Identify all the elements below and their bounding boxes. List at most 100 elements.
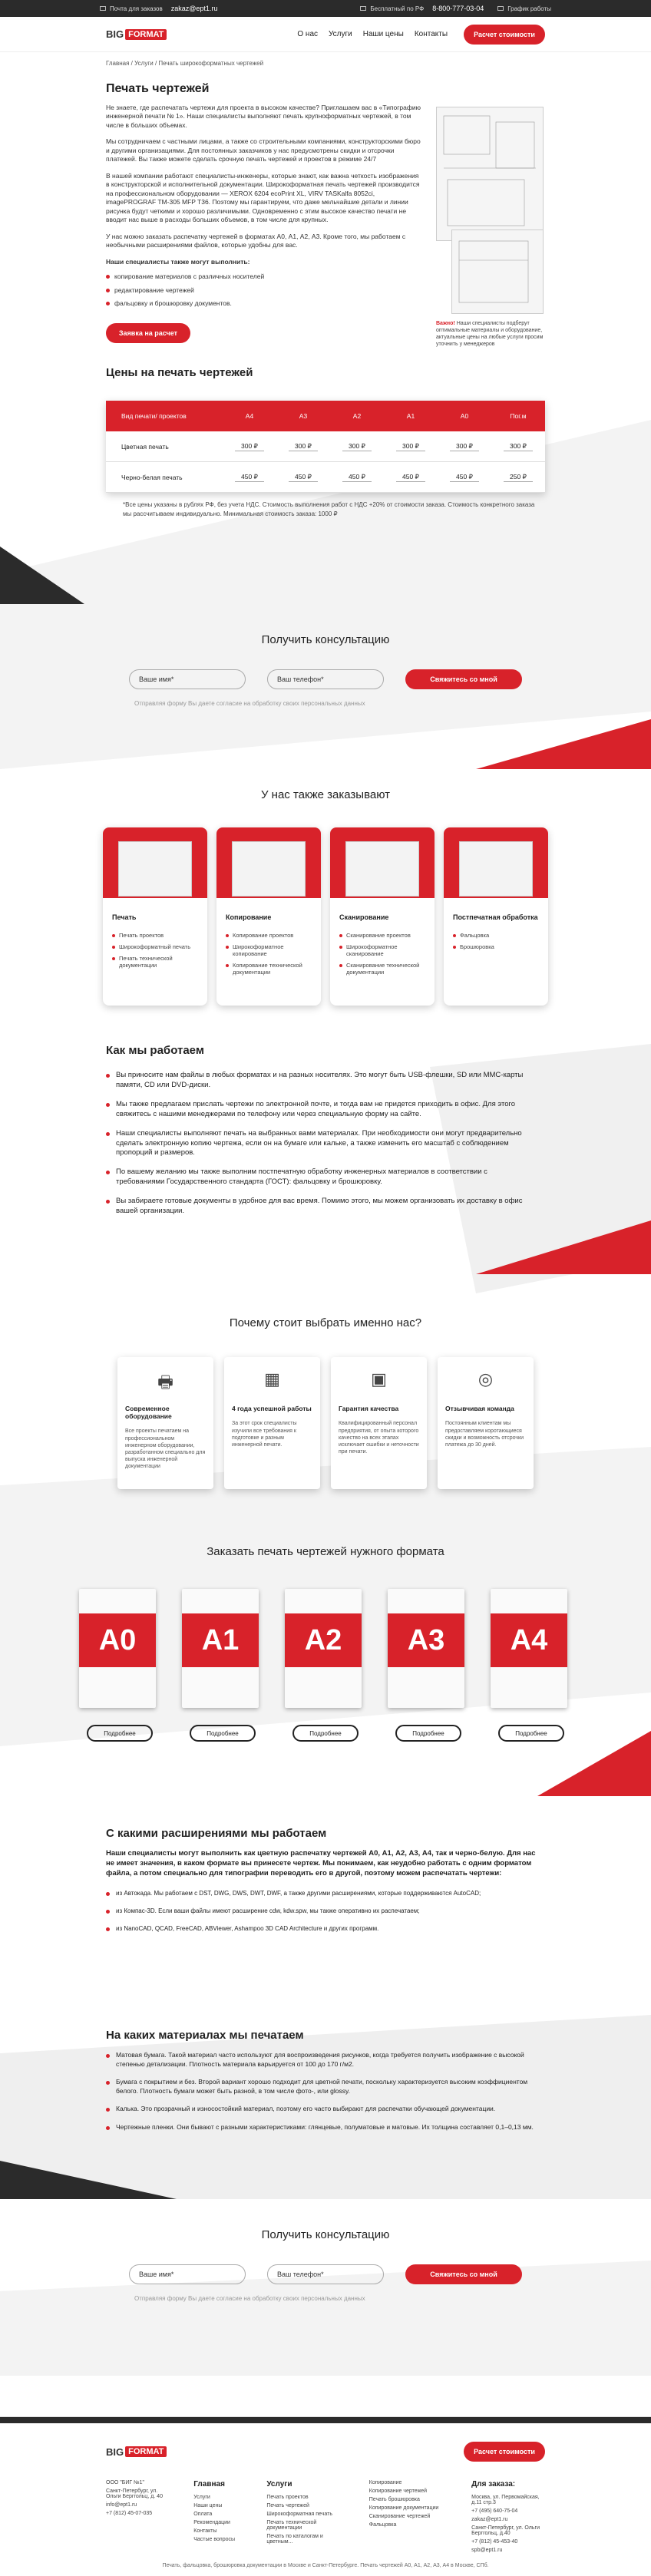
apply-button[interactable]: Заявка на расчет — [106, 323, 190, 344]
column-header: Вид печати/ проектов — [121, 412, 187, 421]
more-button[interactable]: Подробнее — [292, 1725, 359, 1742]
list-item[interactable]: Сканирование технической документации — [339, 962, 425, 976]
contact-me-button[interactable]: Свяжитесь со мной — [405, 669, 522, 690]
breadcrumb[interactable]: Главная / Услуги / Печать широкоформатны… — [0, 52, 651, 67]
format-label: A4 — [491, 1613, 567, 1668]
footer-link[interactable]: Частые вопросы — [193, 2537, 245, 2542]
footer-link[interactable]: Печать технической документации — [266, 2520, 347, 2531]
phone-input[interactable]: Ваш телефон* — [267, 669, 384, 690]
prices-table: Вид печати/ проектов А4 А3 А2 А1 А0 Пог.… — [106, 401, 545, 494]
footer-col-title[interactable]: Услуги — [266, 2480, 347, 2488]
logo-text: BIG — [106, 28, 124, 40]
printer-icon: 🖶 — [157, 1372, 173, 1392]
format-card-a1: A1 Подробнее — [182, 1589, 263, 1742]
service-image — [118, 841, 192, 897]
list-item[interactable]: Печать технической документации — [112, 955, 198, 969]
list-item[interactable]: Сканирование проектов — [339, 932, 425, 939]
row-label: Черно-белая печать — [121, 473, 183, 481]
logo[interactable]: BIG FORMAT — [106, 28, 167, 40]
card-title: Отзывчивая команда — [445, 1405, 514, 1413]
footer-link[interactable]: Копирование документации — [369, 2505, 450, 2511]
list-item: редактирование чертежей — [106, 286, 421, 295]
footer-link[interactable]: Сканирование чертежей — [369, 2514, 450, 2519]
footer-link[interactable]: Копирование — [369, 2480, 450, 2485]
footer-link[interactable]: Фальцовка — [369, 2522, 450, 2528]
more-button[interactable]: Подробнее — [498, 1725, 564, 1742]
consult-title: Получить консультацию — [261, 2228, 390, 2242]
materials-section: На каких материалах мы печатаем Матовая … — [0, 2007, 651, 2200]
company-phone[interactable]: +7 (812) 45-07-035 — [106, 2511, 172, 2516]
list-item: Мы также предлагаем прислать чертежи по … — [106, 1100, 536, 1120]
consent-note: Отправляя форму Вы даете согласие на обр… — [134, 700, 365, 708]
nav-prices[interactable]: Наши цены — [363, 30, 404, 38]
more-button[interactable]: Подробнее — [87, 1725, 153, 1742]
footer-link[interactable]: Печать проектов — [266, 2495, 347, 2500]
services-title: У нас также заказывают — [260, 788, 391, 802]
calc-cost-button[interactable]: Расчет стоимости — [464, 2442, 545, 2462]
ext-lead: Наши специалисты могут выполнить как цве… — [106, 1849, 536, 1878]
column-header: Пог.м — [510, 412, 527, 421]
nav-about[interactable]: О нас — [297, 30, 318, 38]
table-header: Вид печати/ проектов А4 А3 А2 А1 А0 Пог.… — [106, 401, 545, 432]
footer-logo[interactable]: BIG FORMAT — [106, 2446, 167, 2458]
price-cell: 450 ₽ — [450, 473, 479, 482]
calc-cost-button[interactable]: Расчет стоимости — [464, 24, 545, 45]
card-title: Современное оборудование — [125, 1405, 172, 1421]
list-item[interactable]: Копирование технической документации — [226, 962, 312, 976]
contact-email[interactable]: spb@ept1.ru — [471, 2548, 545, 2553]
list-item: из Компас-3D. Если ваши файлы имеют расш… — [106, 1907, 536, 1914]
company-email[interactable]: info@ept1.ru — [106, 2502, 172, 2508]
how-title: Как мы работаем — [106, 1044, 204, 1058]
service-image — [232, 841, 306, 897]
clock-icon — [497, 6, 504, 11]
list-item[interactable]: Брошюровка — [453, 943, 539, 950]
footer-link[interactable]: Оплата — [193, 2512, 245, 2517]
footer-link[interactable]: Рекомендации — [193, 2520, 245, 2525]
card-title: Гарантия качества — [339, 1405, 399, 1413]
more-button[interactable]: Подробнее — [395, 1725, 461, 1742]
contact-phone[interactable]: +7 (495) 640-75-04 — [471, 2508, 545, 2514]
contact-email[interactable]: zakaz@ept1.ru — [471, 2517, 545, 2522]
service-card-scan[interactable]: Сканирование Сканирование проектов Широко… — [330, 827, 435, 1006]
contact-phone[interactable]: +7 (812) 45-453-40 — [471, 2539, 545, 2545]
column-header: А0 — [460, 412, 469, 421]
list-item[interactable]: Широкоформатный печать — [112, 943, 198, 950]
phone-input[interactable]: Ваш телефон* — [267, 2264, 384, 2285]
footer-link[interactable]: Печать чертежей — [266, 2503, 347, 2508]
footer-link[interactable]: Контакты — [193, 2528, 245, 2534]
footer-link[interactable]: Широкоформатная печать — [266, 2512, 347, 2517]
schedule-link[interactable]: График работы — [507, 5, 551, 12]
column-header: А1 — [406, 412, 415, 421]
list-item[interactable]: Широкоформатное копирование — [226, 943, 312, 957]
phone-link[interactable]: 8-800-777-03-04 — [432, 5, 484, 12]
list-item[interactable]: Широкоформатное сканирование — [339, 943, 425, 957]
list-item: из NanoCAD, QCAD, FreeCAD, ABViewer, Ash… — [106, 1925, 536, 1932]
footer-link[interactable]: Услуги — [193, 2495, 245, 2500]
list-item: По вашему желанию мы также выполним пост… — [106, 1167, 536, 1187]
more-button[interactable]: Подробнее — [190, 1725, 256, 1742]
name-input[interactable]: Ваше имя* — [129, 669, 246, 690]
list-item[interactable]: Копирование проектов — [226, 932, 312, 939]
footer-link[interactable]: Копирование чертежей — [369, 2488, 450, 2494]
price-cell: 450 ₽ — [235, 473, 264, 482]
service-card-copy[interactable]: Копирование Копирование проектов Широкофо… — [216, 827, 321, 1006]
footer-col-title[interactable]: Главная — [193, 2480, 245, 2488]
contact-me-button[interactable]: Свяжитесь со мной — [405, 2264, 522, 2285]
services-section: У нас также заказывают Печать Печать про… — [0, 769, 651, 1006]
service-card-postprint[interactable]: Постпечатная обработка Фальцовка Брошюров… — [444, 827, 548, 1006]
intro-section: Не знаете, где распечатать чертежи для п… — [0, 96, 651, 347]
footer-link[interactable]: Печать брошюровка — [369, 2497, 450, 2502]
blueprint-image: Важно! Наши специалисты подберут оптимал… — [436, 107, 545, 347]
service-card-print[interactable]: Печать Печать проектов Широкоформатный пе… — [103, 827, 207, 1006]
footer-link[interactable]: Наши цены — [193, 2503, 245, 2508]
delivery-icon: ◎ — [478, 1369, 494, 1389]
name-input[interactable]: Ваше имя* — [129, 2264, 246, 2285]
phone-label: Бесплатный по РФ — [370, 5, 425, 12]
nav-services[interactable]: Услуги — [329, 30, 352, 38]
list-item[interactable]: Печать проектов — [112, 932, 198, 939]
nav-contacts[interactable]: Контакты — [415, 30, 448, 38]
mail-icon — [100, 6, 106, 11]
mail-link[interactable]: zakaz@ept1.ru — [171, 5, 218, 12]
footer-link[interactable]: Печать по каталогам и цветным... — [266, 2534, 347, 2545]
list-item[interactable]: Фальцовка — [453, 932, 539, 939]
